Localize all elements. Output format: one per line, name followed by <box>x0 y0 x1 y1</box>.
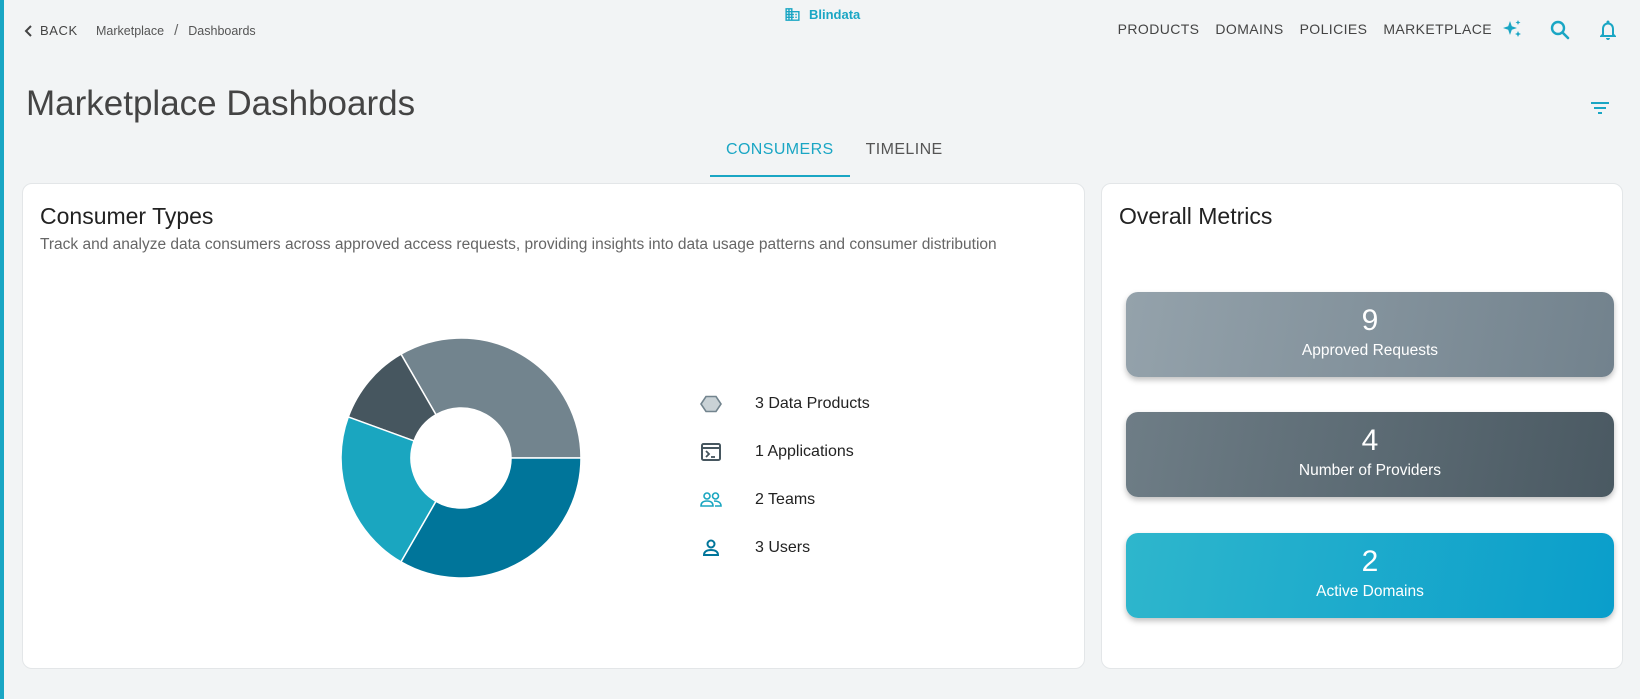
search-icon[interactable] <box>1548 18 1572 42</box>
back-button[interactable]: BACK <box>24 23 78 38</box>
brand-logo[interactable]: Blindata <box>784 6 860 23</box>
legend-label: 3 Data Products <box>755 395 870 412</box>
donut-slice-users[interactable] <box>399 457 582 579</box>
top-bar: BACK Marketplace / Dashboards Blindata P… <box>4 0 1640 60</box>
metric-number-of-providers[interactable]: 4 Number of Providers <box>1126 412 1614 497</box>
metric-label: Active Domains <box>1316 583 1424 600</box>
brand-name: Blindata <box>809 7 861 22</box>
nav-products[interactable]: PRODUCTS <box>1118 21 1200 37</box>
metric-value: 4 <box>1361 424 1379 457</box>
consumer-types-card: Consumer Types Track and analyze data co… <box>22 183 1085 669</box>
metric-value: 9 <box>1361 304 1379 337</box>
legend-item-teams: 2 Teams <box>699 476 870 524</box>
legend-item-applications: 1 Applications <box>699 428 870 476</box>
tab-consumers[interactable]: CONSUMERS <box>710 134 850 177</box>
filter-icon[interactable] <box>1588 96 1612 120</box>
overall-metrics-title: Overall Metrics <box>1119 203 1273 229</box>
chart-legend: 3 Data Products 1 Applications 2 Teams 3… <box>699 380 870 572</box>
main-nav: PRODUCTS DOMAINS POLICIES MARKETPLACE <box>1118 21 1492 37</box>
metric-active-domains[interactable]: 2 Active Domains <box>1126 533 1614 618</box>
building-icon <box>785 8 800 21</box>
metric-label: Number of Providers <box>1298 462 1442 479</box>
legend-label: 1 Applications <box>755 443 854 460</box>
donut-slice-data-products[interactable] <box>399 337 582 459</box>
legend-item-data-products: 3 Data Products <box>699 380 870 428</box>
top-icons <box>1500 18 1620 42</box>
tab-timeline[interactable]: TIMELINE <box>850 134 959 177</box>
hexagon-icon <box>699 392 723 416</box>
terminal-icon <box>699 440 723 464</box>
legend-label: 3 Users <box>755 539 811 556</box>
legend-label: 2 Teams <box>755 491 816 508</box>
page-title: Marketplace Dashboards <box>26 84 416 123</box>
consumer-types-subtitle: Track and analyze data consumers across … <box>40 236 997 253</box>
overall-metrics-card: Overall Metrics 9 Approved Requests 4 Nu… <box>1101 183 1623 669</box>
tab-bar: CONSUMERS TIMELINE <box>710 134 959 177</box>
bell-icon[interactable] <box>1596 18 1620 42</box>
metric-approved-requests[interactable]: 9 Approved Requests <box>1126 292 1614 377</box>
people-icon <box>699 488 723 512</box>
breadcrumb-separator: / <box>174 22 179 39</box>
sparkles-icon[interactable] <box>1500 18 1524 42</box>
chevron-left-icon <box>24 24 32 37</box>
back-label: BACK <box>40 23 78 38</box>
consumer-donut-chart <box>340 337 582 579</box>
nav-marketplace[interactable]: MARKETPLACE <box>1383 21 1492 37</box>
person-icon <box>699 536 723 560</box>
consumer-types-title: Consumer Types <box>40 203 214 229</box>
metric-value: 2 <box>1361 545 1379 578</box>
nav-domains[interactable]: DOMAINS <box>1215 21 1283 37</box>
legend-item-users: 3 Users <box>699 524 870 572</box>
nav-policies[interactable]: POLICIES <box>1300 21 1368 37</box>
breadcrumb-dashboards: Dashboards <box>188 23 256 38</box>
breadcrumb-marketplace[interactable]: Marketplace <box>96 24 164 38</box>
metric-label: Approved Requests <box>1301 342 1439 359</box>
breadcrumb: Marketplace / Dashboards <box>96 22 256 39</box>
